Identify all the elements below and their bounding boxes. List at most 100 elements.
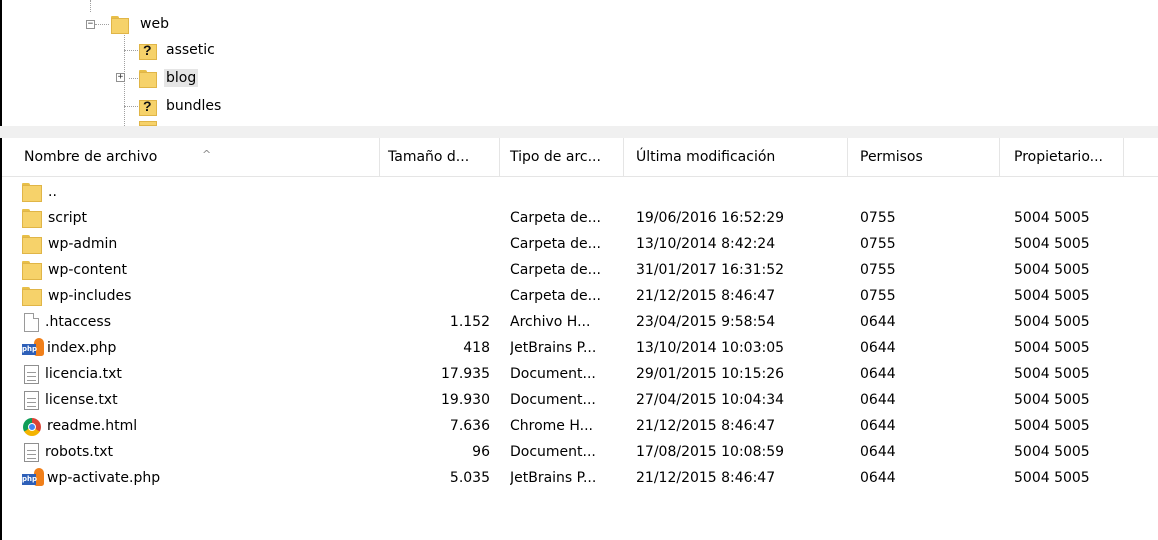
- file-permissions: 0755: [860, 236, 896, 252]
- file-name-cell: script: [22, 205, 382, 231]
- text-file-icon: [24, 364, 39, 384]
- file-row[interactable]: wp-content Carpeta de... 31/01/2017 16:31:…: [2, 257, 1158, 283]
- file-type: Carpeta de...: [510, 262, 601, 278]
- unknown-folder-icon: ?: [138, 96, 158, 116]
- file-modified: 23/04/2015 9:58:54: [636, 314, 776, 330]
- column-header-name[interactable]: Nombre de archivo ^: [14, 138, 380, 176]
- file-permissions: 0755: [860, 262, 896, 278]
- collapse-toggle-web[interactable]: −: [86, 20, 95, 29]
- file-type: Document...: [510, 366, 596, 382]
- file-name-cell: robots.txt: [22, 439, 382, 465]
- file-name-cell: wp-admin: [22, 231, 382, 257]
- php-badge: php: [22, 474, 38, 485]
- file-name-cell: php wp-activate.php: [22, 465, 382, 491]
- file-permissions: 0755: [860, 210, 896, 226]
- file-owner: 5004 5005: [1014, 392, 1090, 408]
- file-modified: 29/01/2015 10:15:26: [636, 366, 785, 382]
- question-mark-glyph: ?: [143, 98, 152, 114]
- php-file-icon: php: [22, 468, 46, 488]
- file-permissions: 0644: [860, 314, 896, 330]
- file-row[interactable]: licencia.txt 17.935 Document... 29/01/2015 …: [2, 361, 1158, 387]
- tree-connector: [95, 24, 109, 25]
- file-size: [378, 179, 494, 205]
- file-size: 96: [472, 444, 490, 460]
- file-permissions: 0755: [860, 288, 896, 304]
- column-header-permissions[interactable]: Permisos: [848, 138, 1000, 176]
- unknown-folder-icon: ?: [138, 40, 158, 60]
- file-row[interactable]: readme.html 7.636 Chrome H... 21/12/2015 8:…: [2, 413, 1158, 439]
- file-type: Chrome H...: [510, 418, 593, 434]
- file-modified: 31/01/2017 16:31:52: [636, 262, 785, 278]
- file-row[interactable]: ..: [2, 179, 1158, 205]
- file-size: [378, 205, 494, 231]
- file-size: 19.930: [441, 392, 490, 408]
- file-row[interactable]: .htaccess 1.152 Archivo H... 23/04/2015 9:5…: [2, 309, 1158, 335]
- file-owner: 5004 5005: [1014, 262, 1090, 278]
- tree-connector: [124, 50, 138, 51]
- file-size: [378, 231, 494, 257]
- file-modified: 13/10/2014 8:42:24: [636, 236, 776, 252]
- remote-directory-tree[interactable]: − web ? assetic + blog ? bundles: [0, 0, 1158, 126]
- file-size: [378, 283, 494, 309]
- question-mark-glyph: ?: [143, 42, 152, 58]
- file-type: Carpeta de...: [510, 236, 601, 252]
- file-row[interactable]: wp-includes Carpeta de... 21/12/2015 8:46:…: [2, 283, 1158, 309]
- folder-icon: [110, 14, 130, 34]
- file-owner: 5004 5005: [1014, 210, 1090, 226]
- file-modified: 21/12/2015 8:46:47: [636, 470, 776, 486]
- file-name: index.php: [47, 340, 117, 356]
- file-type: Carpeta de...: [510, 288, 601, 304]
- column-header-owner[interactable]: Propietario...: [1000, 138, 1124, 176]
- file-modified: 27/04/2015 10:04:34: [636, 392, 785, 408]
- tree-node-label: assetic: [166, 42, 215, 58]
- column-header-label: Última modificación: [636, 149, 776, 165]
- file-modified: 21/12/2015 8:46:47: [636, 418, 776, 434]
- file-row[interactable]: script Carpeta de... 19/06/2016 16:52:29 07…: [2, 205, 1158, 231]
- file-name: readme.html: [47, 418, 138, 434]
- file-row[interactable]: robots.txt 96 Document... 17/08/2015 10:08:…: [2, 439, 1158, 465]
- tree-node-blog[interactable]: blog: [138, 66, 199, 90]
- column-header-label: Tipo de arc...: [510, 149, 601, 165]
- file-type: JetBrains P...: [510, 470, 597, 486]
- folder-icon: [22, 234, 42, 254]
- expand-toggle-blog[interactable]: +: [116, 73, 125, 82]
- pane-splitter[interactable]: [0, 126, 1158, 138]
- file-owner: 5004 5005: [1014, 418, 1090, 434]
- file-owner: 5004 5005: [1014, 444, 1090, 460]
- tree-node-web[interactable]: web: [110, 12, 171, 36]
- column-header-row: Nombre de archivo ^ Tamaño d... Tipo de …: [2, 138, 1158, 177]
- file-name: license.txt: [45, 392, 118, 408]
- file-owner: 5004 5005: [1014, 366, 1090, 382]
- file-type: Document...: [510, 444, 596, 460]
- tree-node-assetic[interactable]: ? assetic: [138, 38, 217, 62]
- file-size: 7.636: [449, 418, 490, 434]
- file-name-cell: license.txt: [22, 387, 382, 413]
- file-owner: [1014, 179, 1134, 205]
- file-name: ..: [48, 184, 57, 200]
- file-row[interactable]: license.txt 19.930 Document... 27/04/2015 1…: [2, 387, 1158, 413]
- file-name-cell: wp-content: [22, 257, 382, 283]
- text-file-icon: [24, 442, 39, 462]
- file-permissions: 0644: [860, 470, 896, 486]
- file-row[interactable]: php wp-activate.php 5.035 JetBrains P... 21/…: [2, 465, 1158, 491]
- remote-file-list[interactable]: Nombre de archivo ^ Tamaño d... Tipo de …: [0, 138, 1158, 540]
- php-badge: php: [22, 344, 38, 355]
- file-owner: 5004 5005: [1014, 288, 1090, 304]
- file-size: 5.035: [449, 470, 490, 486]
- file-row[interactable]: php index.php 418 JetBrains P... 13/10/2014 …: [2, 335, 1158, 361]
- column-header-modified[interactable]: Última modificación: [624, 138, 848, 176]
- file-type: Archivo H...: [510, 314, 591, 330]
- tree-node-label: blog: [164, 69, 199, 87]
- file-owner: 5004 5005: [1014, 340, 1090, 356]
- tree-node-bundles[interactable]: ? bundles: [138, 94, 223, 118]
- tree-node-label: bundles: [166, 98, 222, 114]
- chrome-icon: [23, 418, 41, 436]
- column-header-size[interactable]: Tamaño d...: [380, 138, 500, 176]
- file-name: licencia.txt: [45, 366, 122, 382]
- folder-icon: [22, 208, 42, 228]
- file-type: [510, 179, 625, 205]
- file-name-cell: php index.php: [22, 335, 382, 361]
- column-header-label: Propietario...: [1014, 149, 1103, 165]
- column-header-type[interactable]: Tipo de arc...: [500, 138, 624, 176]
- file-row[interactable]: wp-admin Carpeta de... 13/10/2014 8:42:24 0…: [2, 231, 1158, 257]
